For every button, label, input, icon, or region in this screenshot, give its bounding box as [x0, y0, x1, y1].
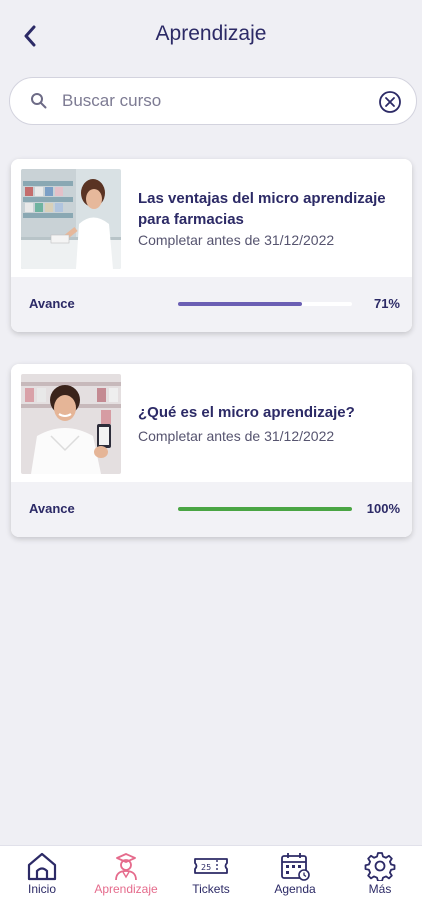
- search-icon: [31, 93, 47, 109]
- tab-bar: Inicio Aprendizaje 25 Tickets Agenda Más: [0, 845, 422, 900]
- tab-label: Agenda: [274, 882, 316, 896]
- calendar-icon: [281, 853, 310, 881]
- course-due-date: Completar antes de 31/12/2022: [138, 428, 335, 444]
- svg-text:25: 25: [201, 863, 211, 872]
- tab-aprendizaje[interactable]: Aprendizaje: [84, 846, 168, 900]
- tab-label: Aprendizaje: [94, 882, 158, 896]
- progress-fill: [178, 507, 352, 511]
- clear-search-icon[interactable]: [378, 90, 402, 114]
- search-input[interactable]: [62, 86, 362, 116]
- progress-percent: 71%: [373, 296, 400, 311]
- progress-fill: [178, 302, 302, 306]
- ticket-icon: 25: [194, 858, 228, 874]
- tab-label: Tickets: [192, 882, 230, 896]
- progress-track: [178, 302, 352, 306]
- course-card[interactable]: ¿Qué es el micro aprendizaje? Completar …: [11, 364, 412, 537]
- tab-mas[interactable]: Más: [338, 846, 422, 900]
- page-title: Aprendizaje: [155, 22, 267, 45]
- home-icon: [27, 852, 57, 881]
- progress-percent: 100%: [366, 501, 400, 516]
- tab-label: Inicio: [27, 882, 56, 896]
- progress-label: Avance: [29, 296, 75, 311]
- graduate-icon: [115, 853, 137, 881]
- tab-agenda[interactable]: Agenda: [253, 846, 337, 900]
- tab-tickets[interactable]: 25 Tickets: [169, 846, 253, 900]
- course-thumbnail: [21, 169, 121, 269]
- header: Aprendizaje: [0, 0, 422, 72]
- course-title: ¿Qué es el micro aprendizaje?: [138, 404, 355, 421]
- gear-icon: [364, 852, 396, 881]
- course-thumbnail: [21, 374, 121, 474]
- progress-label: Avance: [29, 501, 75, 516]
- course-card[interactable]: Las ventajas del micro aprendizaje para …: [11, 159, 412, 332]
- tab-inicio[interactable]: Inicio: [0, 846, 84, 900]
- progress-track: [178, 507, 352, 511]
- course-due-date: Completar antes de 31/12/2022: [138, 232, 335, 248]
- course-title: Las ventajas del micro aprendizaje para …: [138, 190, 386, 228]
- tab-label: Más: [368, 882, 392, 896]
- search-bar: [9, 77, 417, 125]
